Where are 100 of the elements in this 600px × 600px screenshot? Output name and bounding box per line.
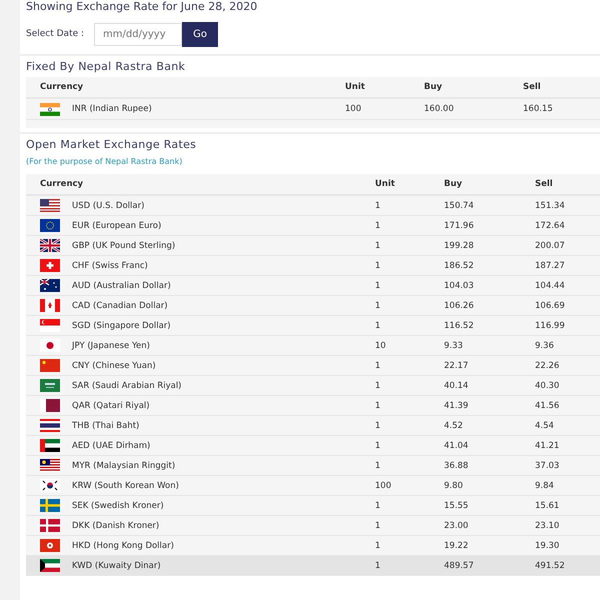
- buy-rate: 104.03: [444, 280, 475, 290]
- flag-icon: [40, 102, 60, 116]
- currency-name: AED (UAE Dirham): [72, 440, 150, 450]
- column-header: Unit: [345, 82, 366, 92]
- sell-rate: 106.69: [535, 300, 566, 310]
- unit-value: 1: [375, 280, 382, 290]
- unit-value: 1: [375, 300, 382, 310]
- flag-icon: [40, 419, 60, 432]
- flag-icon: [40, 259, 60, 272]
- unit-value: 1: [375, 360, 382, 370]
- flag-icon: [40, 479, 60, 492]
- currency-name: SAR (Saudi Arabian Riyal): [72, 380, 182, 390]
- buy-rate: 15.55: [444, 500, 470, 510]
- flag-icon: [40, 559, 60, 572]
- currency-name: INR (Indian Rupee): [72, 104, 152, 114]
- currency-name: MYR (Malaysian Ringgit): [72, 460, 176, 470]
- buy-rate: 106.26: [444, 300, 475, 310]
- unit-value: 1: [375, 460, 382, 470]
- date-input-field[interactable]: mm/dd/yyyy: [94, 22, 182, 46]
- currency-name: CAD (Canadian Dollar): [72, 300, 168, 310]
- currency-name: CNY (Chinese Yuan): [72, 360, 156, 370]
- unit-value: 1: [375, 500, 382, 510]
- currency-name: THB (Thai Baht): [72, 420, 140, 430]
- flag-icon: [40, 379, 60, 392]
- section-subtitle: (For the purpose of Nepal Rastra Bank): [26, 157, 184, 166]
- buy-rate: 23.00: [444, 520, 470, 530]
- flag-icon: [40, 499, 60, 512]
- currency-name: KRW (South Korean Won): [72, 480, 179, 490]
- sell-rate: 37.03: [535, 460, 560, 470]
- sell-rate: 200.07: [535, 240, 566, 250]
- sell-rate: 116.99: [535, 320, 566, 330]
- sell-rate: 172.64: [535, 220, 566, 230]
- sell-rate: 22.26: [535, 360, 560, 370]
- currency-name: SGD (Singapore Dollar): [72, 320, 171, 330]
- buy-rate: 4.52: [444, 420, 464, 430]
- unit-value: 1: [375, 240, 382, 250]
- flag-icon: [40, 519, 60, 532]
- unit-value: 10: [375, 340, 387, 350]
- buy-rate: 22.17: [444, 360, 470, 370]
- currency-name: DKK (Danish Kroner): [72, 520, 160, 530]
- flag-icon: [40, 219, 60, 232]
- currency-name: AUD (Australian Dollar): [72, 280, 171, 290]
- column-header: Buy: [444, 179, 464, 189]
- flag-icon: [40, 199, 60, 212]
- sell-rate: 41.21: [535, 440, 560, 450]
- flag-icon: [40, 279, 60, 292]
- buy-rate: 116.52: [444, 320, 475, 330]
- flag-icon: [40, 319, 60, 332]
- buy-rate: 186.52: [444, 260, 475, 270]
- currency-name: GBP (UK Pound Sterling): [72, 240, 176, 250]
- flag-icon: [40, 539, 60, 552]
- sell-rate: 19.30: [535, 540, 560, 550]
- column-header: Unit: [375, 179, 396, 189]
- column-header: Buy: [424, 82, 444, 92]
- buy-rate: 199.28: [444, 240, 475, 250]
- currency-name: EUR (European Euro): [72, 220, 162, 230]
- buy-rate: 41.04: [444, 440, 470, 450]
- sell-rate: 41.56: [535, 400, 560, 410]
- unit-value: 100: [345, 104, 362, 114]
- buy-rate: 9.33: [444, 340, 464, 350]
- unit-value: 1: [375, 520, 382, 530]
- column-header: Currency: [40, 179, 84, 189]
- flag-icon: [40, 359, 60, 372]
- unit-value: 1: [375, 440, 382, 450]
- sell-rate: 23.10: [535, 520, 560, 530]
- unit-value: 1: [375, 320, 382, 330]
- currency-name: USD (U.S. Dollar): [72, 200, 144, 210]
- sell-rate: 151.34: [535, 200, 566, 210]
- go-button[interactable]: Go: [182, 22, 218, 46]
- unit-value: 1: [375, 560, 382, 570]
- sell-rate: 160.15: [523, 104, 554, 114]
- unit-value: 1: [375, 380, 382, 390]
- unit-value: 1: [375, 420, 382, 430]
- currency-name: KWD (Kuwaity Dinar): [72, 560, 161, 570]
- buy-rate: 150.74: [444, 200, 475, 210]
- buy-rate: 9.80: [444, 480, 464, 490]
- sell-rate: 9.84: [535, 480, 555, 490]
- sell-rate: 9.36: [535, 340, 555, 350]
- buy-rate: 160.00: [424, 104, 455, 114]
- flag-icon: [40, 459, 60, 472]
- sell-rate: 40.30: [535, 380, 560, 390]
- currency-name: QAR (Qatari Riyal): [72, 400, 150, 410]
- sell-rate: 491.52: [535, 560, 566, 570]
- date-label: Select Date :: [26, 29, 84, 39]
- currency-name: JPY (Japanese Yen): [72, 340, 150, 350]
- flag-icon: [40, 399, 60, 412]
- unit-value: 100: [375, 480, 392, 490]
- currency-name: SEK (Swedish Kroner): [72, 500, 164, 510]
- column-header: Sell: [535, 179, 554, 189]
- page-heading: Showing Exchange Rate for June 28, 2020: [25, 0, 258, 14]
- column-header: Currency: [40, 82, 84, 92]
- currency-name: CHF (Swiss Franc): [72, 260, 148, 270]
- buy-rate: 171.96: [444, 220, 475, 230]
- unit-value: 1: [375, 260, 382, 270]
- flag-icon: [40, 339, 60, 352]
- unit-value: 1: [375, 540, 382, 550]
- column-header: Sell: [523, 82, 542, 92]
- flag-icon: [40, 299, 60, 312]
- buy-rate: 41.39: [444, 400, 470, 410]
- buy-rate: 489.57: [444, 560, 475, 570]
